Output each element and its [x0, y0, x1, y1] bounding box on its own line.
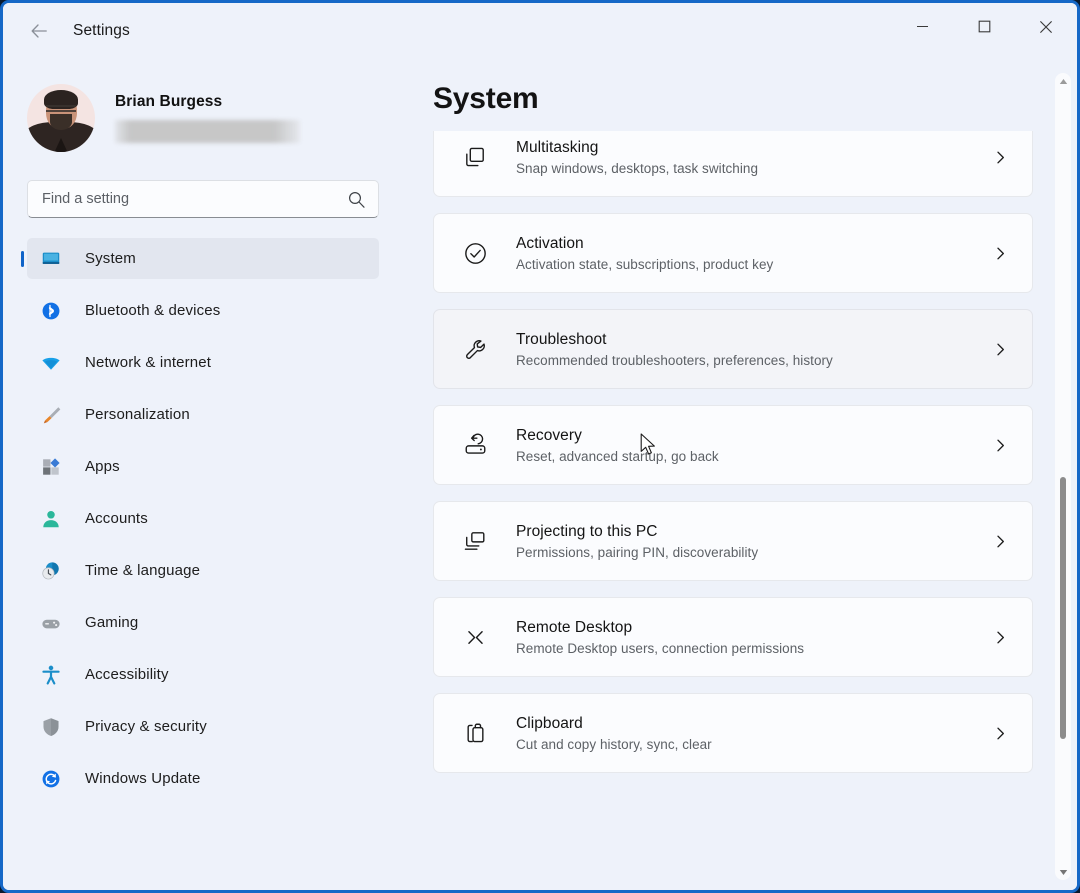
sidebar-item-accessibility[interactable]: Accessibility [27, 654, 379, 695]
check-circle-icon [460, 238, 490, 268]
sidebar-item-personalization[interactable]: Personalization [27, 394, 379, 435]
sidebar-item-gaming[interactable]: Gaming [27, 602, 379, 643]
settings-card-projecting-to-this-pc[interactable]: Projecting to this PC Permissions, pairin… [433, 501, 1033, 581]
chevron-right-icon[interactable] [988, 721, 1012, 745]
chevron-right-icon[interactable] [988, 625, 1012, 649]
clipboard-icon [460, 718, 490, 748]
sidebar-item-label: Network & internet [85, 354, 212, 371]
sidebar-item-label: Gaming [85, 614, 139, 631]
card-description: Snap windows, desktops, task switching [516, 160, 759, 176]
scroll-down-arrow-icon [1059, 869, 1067, 875]
maximize-icon [978, 20, 990, 33]
clock-globe-icon [39, 559, 63, 583]
chevron-right-icon[interactable] [988, 145, 1012, 169]
recovery-drive-icon [460, 430, 490, 460]
window-controls [891, 3, 1077, 59]
search-input[interactable] [42, 191, 347, 207]
wifi-icon [39, 351, 63, 375]
chevron-right-icon[interactable] [988, 433, 1012, 457]
shield-icon [39, 715, 63, 739]
sidebar-item-system[interactable]: System [21, 238, 379, 279]
search-icon[interactable] [347, 190, 366, 209]
settings-card-troubleshoot[interactable]: Troubleshoot Recommended troubleshooters,… [433, 309, 1033, 389]
scroll-up-arrow-icon [1059, 78, 1067, 84]
settings-window: Settings Brian Burgess Find a setting Sy… [0, 0, 1080, 893]
title-bar: Settings [3, 3, 1077, 59]
sidebar-item-label: Personalization [85, 406, 190, 423]
settings-card-list: Nearby sharingDiscoverability, received … [401, 59, 1077, 890]
sidebar-item-time-language[interactable]: Time & language [27, 550, 379, 591]
scroll-down-button[interactable] [1055, 864, 1071, 880]
gamepad-icon [39, 611, 63, 635]
minimize-button[interactable] [891, 3, 953, 50]
paintbrush-icon [39, 403, 63, 427]
settings-card-activation[interactable]: Activation Activation state, subscription… [433, 213, 1033, 293]
remote-desktop-icon [460, 622, 490, 652]
sidebar-item-label: Privacy & security [85, 718, 207, 735]
profile-name: Brian Burgess [115, 93, 223, 110]
accessibility-icon [39, 663, 63, 687]
card-description: Recommended troubleshooters, preferences… [516, 352, 833, 368]
search-box[interactable] [27, 180, 379, 218]
windows-stack-icon [460, 142, 490, 172]
close-button[interactable] [1015, 3, 1077, 50]
content-scrollbar[interactable] [1055, 73, 1071, 880]
maximize-button[interactable] [953, 3, 1015, 50]
sidebar-item-label: Time & language [85, 562, 201, 579]
card-title: Recovery [516, 426, 582, 444]
scroll-up-button[interactable] [1055, 73, 1071, 89]
card-title: Remote Desktop [516, 618, 633, 636]
bluetooth-icon [39, 299, 63, 323]
sidebar-nav: System Bluetooth & devices Network & int… [3, 238, 401, 799]
card-title: Multitasking [516, 138, 599, 156]
sidebar-item-accounts[interactable]: Accounts [27, 498, 379, 539]
sidebar-item-network-internet[interactable]: Network & internet [27, 342, 379, 383]
profile-section[interactable]: Brian Burgess [3, 59, 401, 157]
sidebar-item-label: Accounts [85, 510, 148, 527]
apps-grid-icon [39, 455, 63, 479]
settings-card-remote-desktop[interactable]: Remote Desktop Remote Desktop users, conn… [433, 597, 1033, 677]
sidebar-item-label: Windows Update [85, 770, 201, 787]
avatar [27, 84, 95, 152]
sidebar-item-apps[interactable]: Apps [27, 446, 379, 487]
update-refresh-icon [39, 767, 63, 791]
back-arrow-icon [31, 24, 47, 38]
scrollbar-thumb[interactable] [1060, 477, 1066, 739]
card-title: Projecting to this PC [516, 522, 658, 540]
sidebar-item-label: Apps [85, 458, 120, 475]
person-icon [39, 507, 63, 531]
card-description: Permissions, pairing PIN, discoverabilit… [516, 544, 759, 560]
monitor-icon [39, 247, 63, 271]
wrench-icon [460, 334, 490, 364]
sidebar-item-label: System [85, 250, 136, 267]
card-title: Activation [516, 234, 584, 252]
app-title: Settings [73, 22, 130, 39]
card-title: Troubleshoot [516, 330, 607, 348]
chevron-right-icon[interactable] [988, 337, 1012, 361]
card-description: Reset, advanced startup, go back [516, 448, 719, 464]
minimize-icon [916, 25, 928, 28]
close-icon [1039, 20, 1053, 33]
profile-email-redacted [115, 120, 300, 143]
sidebar-item-label: Accessibility [85, 666, 169, 683]
project-screen-icon [460, 526, 490, 556]
sidebar-item-bluetooth-devices[interactable]: Bluetooth & devices [27, 290, 379, 331]
sidebar-item-windows-update[interactable]: Windows Update [27, 758, 379, 799]
settings-card-recovery[interactable]: Recovery Reset, advanced startup, go back [433, 405, 1033, 485]
card-description: Activation state, subscriptions, product… [516, 256, 774, 272]
page-title: System [433, 82, 559, 116]
back-button[interactable] [19, 11, 59, 51]
content-area: System Nearby sharingDiscoverability, re… [401, 59, 1077, 890]
card-description: Remote Desktop users, connection permiss… [516, 640, 805, 656]
sidebar: Brian Burgess System Bluetooth & devices… [3, 59, 401, 890]
sidebar-item-privacy-security[interactable]: Privacy & security [27, 706, 379, 747]
card-title: Clipboard [516, 714, 583, 732]
chevron-right-icon[interactable] [988, 529, 1012, 553]
card-description: Cut and copy history, sync, clear [516, 736, 712, 752]
chevron-right-icon[interactable] [988, 241, 1012, 265]
profile-meta: Brian Burgess [115, 93, 300, 143]
sidebar-item-label: Bluetooth & devices [85, 302, 221, 319]
settings-card-clipboard[interactable]: Clipboard Cut and copy history, sync, cle… [433, 693, 1033, 773]
